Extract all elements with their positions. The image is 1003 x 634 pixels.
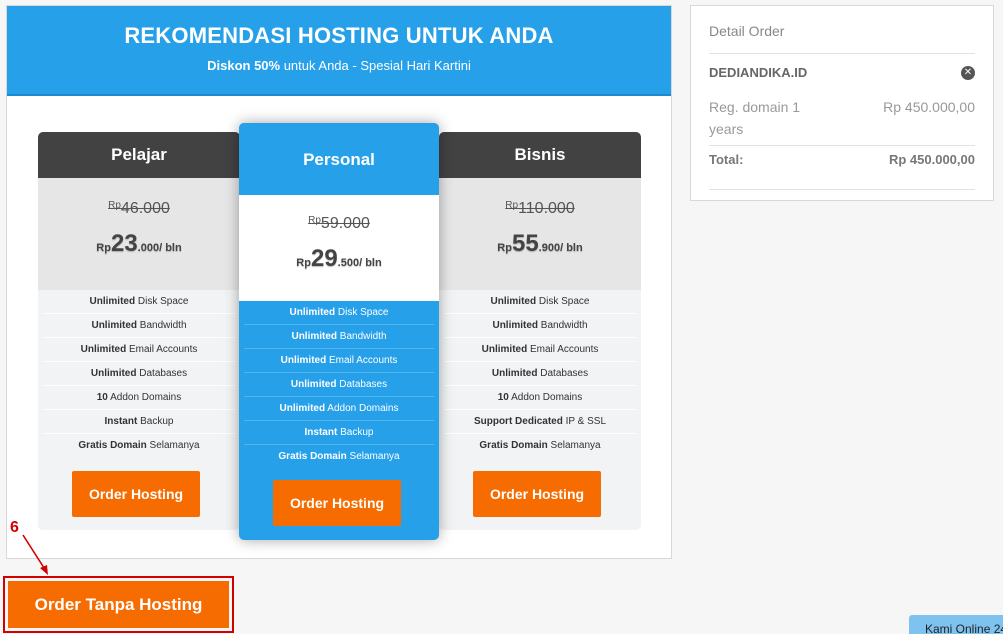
recommendation-header: REKOMENDASI HOSTING UNTUK ANDA Diskon 50… [7,6,671,96]
plan-card-personal: Personal Rp59.000 Rp29.500/ bln Unlimite… [239,123,439,540]
old-price: Rp46.000 [108,200,170,217]
feature-item: Unlimited Databases [444,362,636,386]
feature-item: Unlimited Email Accounts [43,338,235,362]
order-hosting-button-pelajar[interactable]: Order Hosting [72,471,200,517]
order-without-hosting-button[interactable]: Order Tanpa Hosting [8,581,229,628]
plan-name: Bisnis [439,132,641,178]
new-price: Rp29.500/ bln [296,245,382,272]
plan-name: Pelajar [38,132,240,178]
order-item-price: Rp 450.000,00 [883,99,975,115]
order-item-row: Reg. domain 1 years Rp 450.000,00 [709,94,975,146]
feature-item: Instant Backup [244,421,434,445]
feature-item: Unlimited Bandwidth [43,314,235,338]
feature-item: Gratis Domain Selamanya [479,440,601,451]
online-chat-tab[interactable]: Kami Online 24 [909,615,1003,634]
annotation-number: 6 [10,519,19,536]
order-item-label: Reg. domain 1 years [709,99,801,137]
feature-item: 10 Addon Domains [43,386,235,410]
plan-card-pelajar: Pelajar Rp46.000 Rp23.000/ bln Unlimited… [38,132,240,530]
annotation-arrow-icon [22,534,48,575]
feature-item: Unlimited Bandwidth [244,325,434,349]
feature-item: Gratis Domain Selamanya [78,440,200,451]
feature-item: Unlimited Addon Domains [244,397,434,421]
order-total-label: Total: [709,152,744,167]
old-price: Rp110.000 [505,200,575,217]
feature-item: Unlimited Email Accounts [444,338,636,362]
order-domain-name: DEDIANDIKA.ID [709,65,808,80]
old-price: Rp59.000 [308,215,370,232]
new-price: Rp55.900/ bln [497,230,583,257]
feature-list: Unlimited Disk Space Unlimited Bandwidth… [239,301,439,469]
feature-item: Unlimited Databases [43,362,235,386]
recommendation-subtitle: Diskon 50% untuk Anda - Spesial Hari Kar… [7,58,671,73]
feature-list: Unlimited Disk Space Unlimited Bandwidth… [439,290,641,458]
feature-item: Unlimited Disk Space [444,290,636,314]
order-total-row: Total: Rp 450.000,00 [709,146,975,190]
detail-order-heading: Detail Order [709,6,975,54]
plan-card-bisnis: Bisnis Rp110.000 Rp55.900/ bln Unlimited… [439,132,641,530]
feature-item: Unlimited Email Accounts [244,349,434,373]
feature-item: Instant Backup [43,410,235,434]
feature-item: Unlimited Disk Space [43,290,235,314]
discount-text: Diskon 50% [207,58,281,73]
plan-price-box: Rp46.000 Rp23.000/ bln [38,178,240,290]
feature-item: Unlimited Disk Space [244,301,434,325]
recommendation-title: REKOMENDASI HOSTING UNTUK ANDA [124,23,554,48]
order-hosting-button-bisnis[interactable]: Order Hosting [473,471,601,517]
feature-list: Unlimited Disk Space Unlimited Bandwidth… [38,290,240,458]
annotation-highlight-box: Order Tanpa Hosting [3,576,234,633]
feature-item: 10 Addon Domains [444,386,636,410]
feature-item: Support Dedicated IP & SSL [444,410,636,434]
order-domain-row: DEDIANDIKA.ID ✕ [709,54,975,94]
order-hosting-button-personal[interactable]: Order Hosting [273,480,401,526]
feature-item: Gratis Domain Selamanya [278,451,400,462]
plan-price-box: Rp59.000 Rp29.500/ bln [239,195,439,301]
feature-item: Unlimited Bandwidth [444,314,636,338]
plan-name: Personal [239,123,439,195]
order-total-value: Rp 450.000,00 [888,152,975,167]
plan-price-box: Rp110.000 Rp55.900/ bln [439,178,641,290]
new-price: Rp23.000/ bln [96,230,182,257]
detail-order-card: Detail Order DEDIANDIKA.ID ✕ Reg. domain… [690,5,994,201]
subtitle-text: untuk Anda - Spesial Hari Kartini [280,58,471,73]
remove-icon[interactable]: ✕ [961,66,975,80]
feature-item: Unlimited Databases [244,373,434,397]
